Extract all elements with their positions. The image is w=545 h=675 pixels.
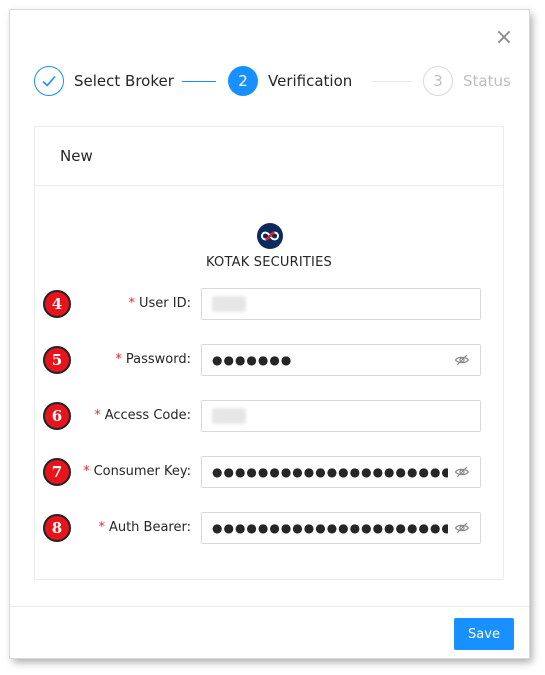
- step-status: 3 Status: [423, 64, 511, 98]
- close-icon[interactable]: ×: [494, 27, 514, 49]
- footer-divider: [10, 606, 529, 607]
- broker-form-card: New KOTAK SECURITIES 4 * User ID: 5 * Pass…: [34, 126, 504, 580]
- eye-invisible-icon[interactable]: [454, 352, 470, 368]
- password-value: ●●●●●●●: [212, 353, 293, 367]
- step-badge: 8: [43, 514, 71, 542]
- auth-bearer-value: ●●●●●●●●●●●●●●●●●●●●●●●●●●●●●●●●: [212, 521, 448, 535]
- broker-name: KOTAK SECURITIES: [206, 255, 332, 270]
- field-row-password: 5 * Password: ●●●●●●●: [35, 344, 503, 376]
- eye-invisible-icon[interactable]: [454, 464, 470, 480]
- step-connector: [182, 81, 216, 82]
- step-label: Select Broker: [74, 72, 174, 90]
- field-row-user-id: 4 * User ID:: [35, 288, 503, 320]
- field-row-access-code: 6 * Access Code:: [35, 400, 503, 432]
- consumer-key-value: ●●●●●●●●●●●●●●●●●●●●●●●●●●●●●: [212, 465, 448, 479]
- password-label: * Password:: [115, 352, 191, 367]
- step-number: 2: [228, 66, 258, 96]
- card-title: New: [35, 127, 503, 186]
- password-input[interactable]: ●●●●●●●: [201, 344, 481, 376]
- user-id-label: * User ID:: [128, 296, 192, 311]
- stepper: Select Broker 2 Verification 3 Status: [34, 64, 514, 98]
- redacted-value: [212, 296, 246, 312]
- user-id-input[interactable]: [201, 288, 481, 320]
- field-row-consumer-key: 7 *Consumer Key: ●●●●●●●●●●●●●●●●●●●●●●●…: [35, 456, 503, 488]
- step-badge: 5: [43, 346, 71, 374]
- save-button[interactable]: Save: [454, 618, 514, 650]
- step-badge: 4: [43, 290, 71, 318]
- field-row-auth-bearer: 8 *Auth Bearer: ●●●●●●●●●●●●●●●●●●●●●●●●…: [35, 512, 503, 544]
- access-code-label: * Access Code:: [94, 408, 191, 423]
- step-select-broker[interactable]: Select Broker: [34, 64, 174, 98]
- consumer-key-input[interactable]: ●●●●●●●●●●●●●●●●●●●●●●●●●●●●●: [201, 456, 481, 488]
- step-badge: 7: [43, 458, 71, 486]
- step-verification: 2 Verification: [228, 64, 352, 98]
- broker-dialog: × Select Broker 2 Verification 3 Status …: [10, 10, 529, 658]
- auth-bearer-label: * Auth Bearer:: [98, 520, 191, 535]
- check-icon: [34, 66, 64, 96]
- redacted-value: [212, 408, 246, 424]
- consumer-key-label: * Consumer Key:: [83, 464, 191, 479]
- eye-invisible-icon[interactable]: [454, 520, 470, 536]
- step-label: Verification: [268, 72, 353, 90]
- step-connector: [372, 81, 412, 82]
- step-label: Status: [463, 72, 511, 90]
- step-badge: 6: [43, 402, 71, 430]
- access-code-input[interactable]: [201, 400, 481, 432]
- auth-bearer-input[interactable]: ●●●●●●●●●●●●●●●●●●●●●●●●●●●●●●●●: [201, 512, 481, 544]
- kotak-logo: [257, 223, 283, 249]
- step-number: 3: [423, 66, 453, 96]
